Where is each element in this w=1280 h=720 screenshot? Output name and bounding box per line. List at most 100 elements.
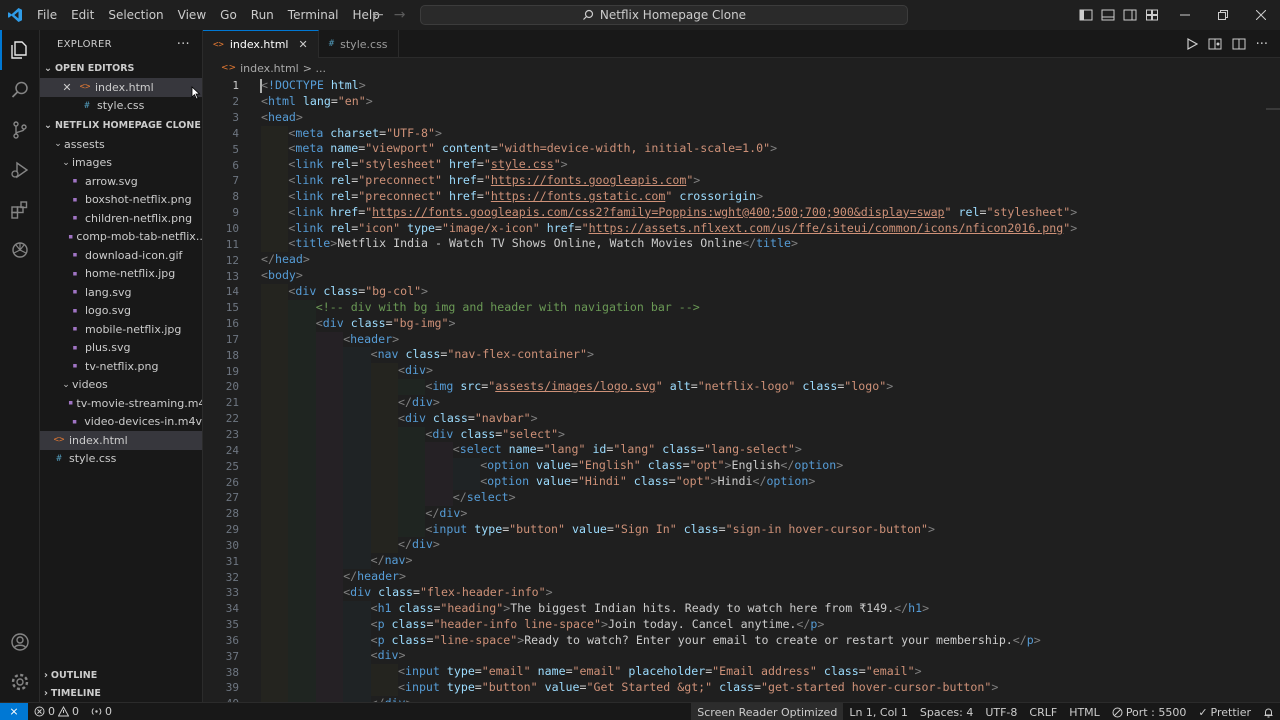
split-editor-icon[interactable] xyxy=(1232,37,1246,51)
menu-file[interactable]: File xyxy=(30,0,64,30)
ports-status[interactable]: 0 xyxy=(85,703,118,720)
menu-selection[interactable]: Selection xyxy=(101,0,170,30)
code-line[interactable]: 20 <img src="assests/images/logo.svg" alt… xyxy=(203,379,1280,395)
notifications-bell-icon[interactable] xyxy=(1257,703,1280,720)
file-item[interactable]: ▪ home-netflix.jpg xyxy=(40,265,202,284)
code-line[interactable]: 12 </head> xyxy=(203,252,1280,268)
file-item[interactable]: ▪ comp-mob-tab-netflix... xyxy=(40,228,202,247)
manage-gear-icon[interactable] xyxy=(0,662,40,702)
code-line[interactable]: 23 <div class="select"> xyxy=(203,426,1280,443)
code-line[interactable]: 33 <div class="flex-header-info"> xyxy=(203,585,1280,601)
screen-reader-status[interactable]: Screen Reader Optimized xyxy=(691,703,844,720)
outline-section[interactable]: › OUTLINE xyxy=(40,666,203,684)
forward-arrow-icon[interactable]: → xyxy=(394,7,406,23)
more-actions-icon[interactable]: ··· xyxy=(177,37,190,52)
file-item[interactable]: <> index.html xyxy=(40,431,202,450)
scrollbar[interactable] xyxy=(1266,78,1280,702)
extensions-icon[interactable] xyxy=(0,190,40,230)
breadcrumb-rest[interactable]: > ... xyxy=(303,62,326,75)
explorer-icon[interactable] xyxy=(0,30,40,70)
code-line[interactable]: 17 <header> xyxy=(203,331,1280,348)
file-item[interactable]: # style.css xyxy=(40,450,202,469)
code-line[interactable]: 8 <link rel="preconnect" href="https://fo… xyxy=(203,188,1280,205)
file-item[interactable]: ▪ mobile-netflix.jpg xyxy=(40,320,202,339)
code-line[interactable]: 18 <nav class="nav-flex-container"> xyxy=(203,347,1280,364)
file-item[interactable]: ▪ boxshot-netflix.png xyxy=(40,191,202,210)
code-line[interactable]: 38 <input type="email" name="email" place… xyxy=(203,664,1280,681)
code-line[interactable]: 22 <div class="navbar"> xyxy=(203,410,1280,427)
code-line[interactable]: 3 <head> xyxy=(203,110,1280,126)
code-line[interactable]: 37 <div> xyxy=(203,648,1280,665)
menu-view[interactable]: View xyxy=(171,0,213,30)
code-line[interactable]: 4 <meta charset="UTF-8"> xyxy=(203,125,1280,142)
code-line[interactable]: 28 </div> xyxy=(203,505,1280,522)
remote-indicator-icon[interactable]: ⨯ xyxy=(0,702,28,720)
code-line[interactable]: 16 <div class="bg-img"> xyxy=(203,315,1280,332)
file-item[interactable]: ▪ children-netflix.png xyxy=(40,209,202,228)
menu-go[interactable]: Go xyxy=(213,0,244,30)
file-item[interactable]: ▪ video-devices-in.m4v xyxy=(40,413,202,432)
code-line[interactable]: 13 <body> xyxy=(203,268,1280,284)
open-editors-section[interactable]: ⌄ OPEN EDITORS xyxy=(40,58,202,78)
code-line[interactable]: 15 <!-- div with bg img and header with n… xyxy=(203,299,1280,316)
code-line[interactable]: 21 </div> xyxy=(203,394,1280,411)
minimize-icon[interactable] xyxy=(1166,0,1204,30)
encoding-status[interactable]: UTF-8 xyxy=(979,703,1023,720)
code-line[interactable]: 14 <div class="bg-col"> xyxy=(203,283,1280,300)
code-line[interactable]: 25 <option value="English" class="opt">En… xyxy=(203,458,1280,475)
code-line[interactable]: 6 <link rel="stylesheet" href="style.css"… xyxy=(203,157,1280,174)
code-line[interactable]: 11 <title>Netflix India - Watch TV Shows … xyxy=(203,236,1280,253)
code-line[interactable]: 29 <input type="button" value="Sign In" c… xyxy=(203,521,1280,538)
file-item[interactable]: ▪ lang.svg xyxy=(40,283,202,302)
code-line[interactable]: 5 <meta name="viewport" content="width=de… xyxy=(203,141,1280,158)
project-section[interactable]: ⌄ NETFLIX HOMEPAGE CLONE xyxy=(40,115,202,135)
file-item[interactable]: ▪ download-icon.gif xyxy=(40,246,202,265)
code-line[interactable]: 19 <div> xyxy=(203,363,1280,380)
code-line[interactable]: 24 <select name="lang" id="lang" class="l… xyxy=(203,442,1280,459)
folder-item[interactable]: ⌄ assests xyxy=(40,135,202,154)
problems-status[interactable]: 0 0 xyxy=(28,703,85,720)
menu-run[interactable]: Run xyxy=(244,0,281,30)
toggle-panel-icon[interactable] xyxy=(1100,7,1116,23)
cursor-position[interactable]: Ln 1, Col 1 xyxy=(843,703,914,720)
search-view-icon[interactable] xyxy=(0,70,40,110)
timeline-section[interactable]: › TIMELINE xyxy=(40,684,203,702)
close-icon[interactable]: ✕ xyxy=(60,81,74,94)
open-preview-icon[interactable] xyxy=(1208,37,1222,51)
code-line[interactable]: 30 </div> xyxy=(203,537,1280,554)
eol-status[interactable]: CRLF xyxy=(1023,703,1063,720)
run-debug-icon[interactable] xyxy=(0,150,40,190)
close-window-icon[interactable] xyxy=(1242,0,1280,30)
menu-edit[interactable]: Edit xyxy=(64,0,101,30)
menu-terminal[interactable]: Terminal xyxy=(281,0,346,30)
code-line[interactable]: 10 <link rel="icon" type="image/x-icon" h… xyxy=(203,220,1280,237)
code-line[interactable]: 1 <!DOCTYPE html> xyxy=(203,78,1280,94)
more-actions-icon[interactable]: ··· xyxy=(1256,37,1268,52)
file-item[interactable]: ▪ tv-movie-streaming.m4v xyxy=(40,394,202,413)
code-line[interactable]: 32 </header> xyxy=(203,569,1280,585)
code-line[interactable]: 36 <p class="line-space">Ready to watch? … xyxy=(203,632,1280,649)
open-editor-item[interactable]: ✕ <> index.html xyxy=(40,78,202,97)
code-line[interactable]: 39 <input type="button" value="Get Starte… xyxy=(203,680,1280,696)
breadcrumb-file[interactable]: index.html xyxy=(240,62,299,75)
file-item[interactable]: ▪ plus.svg xyxy=(40,339,202,358)
restore-icon[interactable] xyxy=(1204,0,1242,30)
tab-index-html[interactable]: <> index.html ✕ xyxy=(203,30,319,58)
open-editor-item[interactable]: # style.css xyxy=(40,97,202,116)
code-line[interactable]: 34 <h1 class="heading">The biggest Indian… xyxy=(203,600,1280,617)
code-line[interactable]: 31 </nav> xyxy=(203,553,1280,570)
prettier-status[interactable]: ✓ Prettier xyxy=(1192,703,1257,720)
code-line[interactable]: 26 <option value="Hindi" class="opt">Hind… xyxy=(203,474,1280,490)
back-arrow-icon[interactable]: ← xyxy=(372,7,384,23)
code-line[interactable]: 9 <link href="https://fonts.googleapis.co… xyxy=(203,204,1280,221)
file-item[interactable]: ▪ logo.svg xyxy=(40,302,202,321)
code-line[interactable]: 2 <html lang="en"> xyxy=(203,94,1280,110)
code-line[interactable]: 35 <p class="header-info line-space">Join… xyxy=(203,616,1280,633)
run-icon[interactable] xyxy=(1186,38,1198,50)
command-center-search[interactable]: Netflix Homepage Clone xyxy=(420,5,908,25)
toggle-primary-sidebar-icon[interactable] xyxy=(1078,7,1094,23)
folder-item[interactable]: ⌄ images xyxy=(40,154,202,173)
file-item[interactable]: ▪ tv-netflix.png xyxy=(40,357,202,376)
accounts-icon[interactable] xyxy=(0,622,40,662)
file-item[interactable]: ▪ arrow.svg xyxy=(40,172,202,191)
